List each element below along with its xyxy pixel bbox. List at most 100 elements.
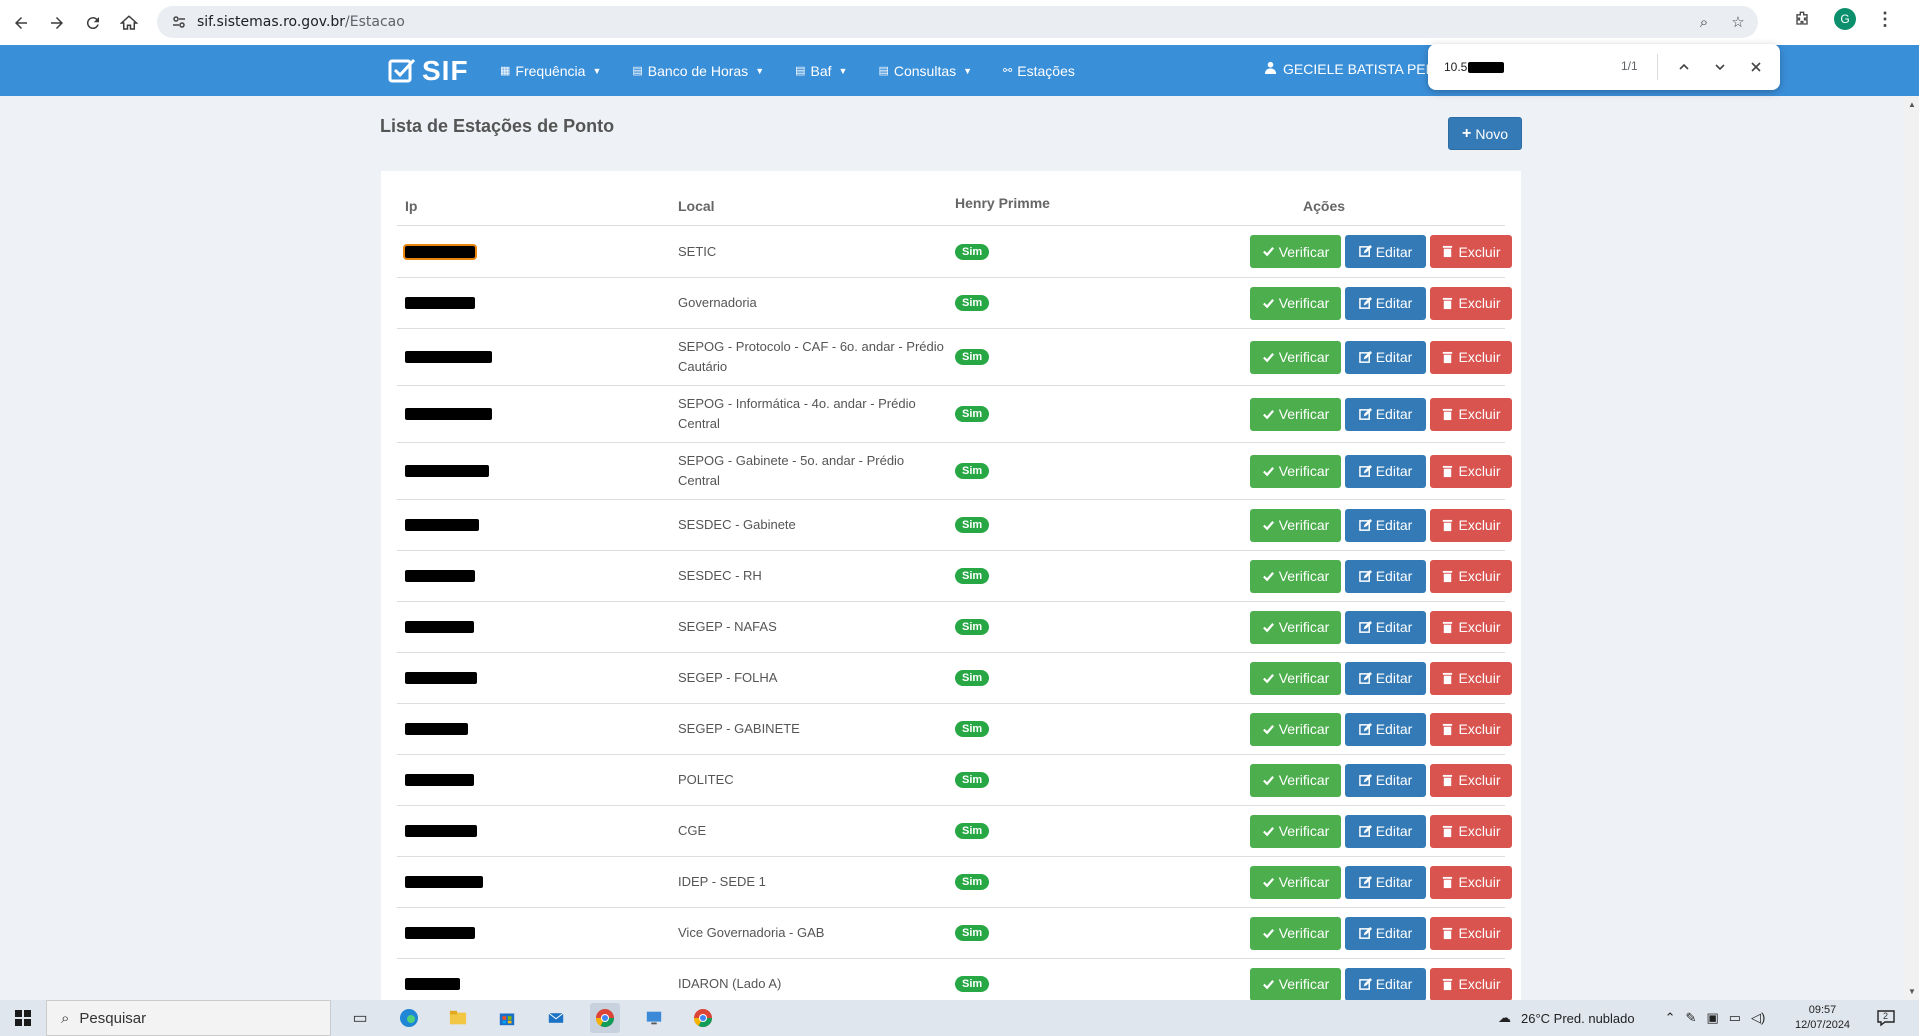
ip-cell bbox=[405, 908, 475, 958]
redacted-ip bbox=[405, 927, 475, 939]
verify-button[interactable]: Verificar bbox=[1250, 235, 1341, 268]
pen-icon[interactable]: ✎ bbox=[1686, 1010, 1697, 1026]
verify-button[interactable]: Verificar bbox=[1250, 559, 1341, 593]
display-icon[interactable]: ▭ bbox=[1729, 1010, 1741, 1026]
delete-button[interactable]: Excluir bbox=[1430, 454, 1512, 488]
edit-button[interactable]: Editar bbox=[1345, 661, 1426, 695]
home-icon[interactable] bbox=[114, 8, 144, 38]
delete-button[interactable]: Excluir bbox=[1430, 661, 1512, 695]
chrome-profile-icon[interactable] bbox=[688, 1003, 718, 1033]
store-icon[interactable] bbox=[492, 1003, 522, 1033]
verify-button[interactable]: Verificar bbox=[1250, 712, 1341, 746]
site-info-icon[interactable] bbox=[171, 14, 187, 30]
verify-button[interactable]: Verificar bbox=[1250, 763, 1341, 797]
redacted-ip bbox=[405, 621, 474, 633]
delete-button[interactable]: Excluir bbox=[1430, 559, 1512, 593]
profile-avatar[interactable]: G bbox=[1834, 8, 1856, 30]
page-search-icon[interactable]: ⌕ bbox=[1694, 12, 1714, 32]
delete-button[interactable]: Excluir bbox=[1430, 967, 1512, 1001]
back-icon[interactable] bbox=[6, 8, 36, 38]
delete-button[interactable]: Excluir bbox=[1430, 340, 1512, 374]
mail-icon[interactable] bbox=[541, 1003, 571, 1033]
verify-button[interactable]: Verificar bbox=[1250, 865, 1341, 899]
edit-button[interactable]: Editar bbox=[1345, 967, 1426, 1001]
caret-down-icon: ▼ bbox=[755, 65, 765, 76]
extensions-icon[interactable] bbox=[1790, 7, 1814, 31]
find-input[interactable]: 10.5 bbox=[1444, 60, 1554, 74]
delete-button[interactable]: Excluir bbox=[1430, 712, 1512, 746]
reload-icon[interactable] bbox=[78, 8, 108, 38]
scroll-down-icon[interactable]: ▼ bbox=[1908, 987, 1916, 996]
edit-button[interactable]: Editar bbox=[1345, 286, 1426, 320]
weather-text[interactable]: 26°C Pred. nublado bbox=[1521, 1011, 1635, 1026]
remote-desktop-icon[interactable] bbox=[639, 1003, 669, 1033]
trash-icon bbox=[1443, 825, 1453, 837]
bookmark-star-icon[interactable]: ☆ bbox=[1728, 12, 1748, 32]
forward-icon[interactable] bbox=[42, 8, 72, 38]
menu-banco-de-horas[interactable]: ▤ Banco de Horas ▼ bbox=[632, 63, 764, 79]
delete-button[interactable]: Excluir bbox=[1430, 286, 1512, 320]
delete-button[interactable]: Excluir bbox=[1430, 508, 1512, 542]
volume-icon[interactable]: ◁) bbox=[1751, 1010, 1765, 1026]
file-explorer-icon[interactable] bbox=[443, 1003, 473, 1033]
delete-button[interactable]: Excluir bbox=[1430, 763, 1512, 797]
brand-logo[interactable]: SIF bbox=[388, 55, 469, 87]
weather-icon[interactable]: ☁ bbox=[1498, 1010, 1511, 1026]
edge-icon[interactable] bbox=[394, 1003, 424, 1033]
windows-start-icon[interactable] bbox=[0, 1000, 46, 1036]
edit-button[interactable]: Editar bbox=[1345, 235, 1426, 268]
network-icon[interactable]: ▣ bbox=[1706, 1010, 1718, 1026]
verify-button[interactable]: Verificar bbox=[1250, 610, 1341, 644]
local-text: SEGEP - FOLHA bbox=[678, 670, 778, 685]
find-next-icon[interactable] bbox=[1709, 56, 1731, 78]
edit-button[interactable]: Editar bbox=[1345, 340, 1426, 374]
edit-button[interactable]: Editar bbox=[1345, 916, 1426, 950]
menu-frequencia[interactable]: ▦ Frequência ▼ bbox=[500, 63, 601, 79]
edit-button[interactable]: Editar bbox=[1345, 814, 1426, 848]
edit-button[interactable]: Editar bbox=[1345, 508, 1426, 542]
delete-button[interactable]: Excluir bbox=[1430, 397, 1512, 431]
find-previous-icon[interactable] bbox=[1673, 56, 1695, 78]
menu-estacoes[interactable]: ⚯ Estações bbox=[1003, 63, 1075, 79]
edit-button[interactable]: Editar bbox=[1345, 610, 1426, 644]
verify-button[interactable]: Verificar bbox=[1250, 967, 1341, 1001]
address-bar[interactable]: sif.sistemas.ro.gov.br/Estacao ⌕ ☆ bbox=[157, 6, 1758, 38]
new-button[interactable]: + Novo bbox=[1448, 117, 1522, 150]
verify-button[interactable]: Verificar bbox=[1250, 814, 1341, 848]
verify-button[interactable]: Verificar bbox=[1250, 916, 1341, 950]
verify-button[interactable]: Verificar bbox=[1250, 286, 1341, 320]
chrome-icon[interactable] bbox=[590, 1003, 620, 1033]
edit-button[interactable]: Editar bbox=[1345, 712, 1426, 746]
delete-button[interactable]: Excluir bbox=[1430, 814, 1512, 848]
edit-button[interactable]: Editar bbox=[1345, 397, 1426, 431]
edit-button[interactable]: Editar bbox=[1345, 865, 1426, 899]
delete-button[interactable]: Excluir bbox=[1430, 610, 1512, 644]
verify-button[interactable]: Verificar bbox=[1250, 454, 1341, 488]
edit-button[interactable]: Editar bbox=[1345, 763, 1426, 797]
find-close-icon[interactable] bbox=[1745, 56, 1767, 78]
user-menu[interactable]: GECIELE BATISTA PEREI bbox=[1264, 61, 1449, 77]
verify-button[interactable]: Verificar bbox=[1250, 661, 1341, 695]
edit-button[interactable]: Editar bbox=[1345, 454, 1426, 488]
chevron-up-icon[interactable]: ⌃ bbox=[1665, 1010, 1676, 1026]
system-clock[interactable]: 09:57 12/07/2024 bbox=[1795, 1003, 1850, 1033]
delete-button[interactable]: Excluir bbox=[1430, 865, 1512, 899]
delete-button[interactable]: Excluir bbox=[1430, 916, 1512, 950]
page-scrollbar[interactable]: ▲ ▼ bbox=[1904, 96, 1919, 1000]
verify-button[interactable]: Verificar bbox=[1250, 508, 1341, 542]
verify-button[interactable]: Verificar bbox=[1250, 397, 1341, 431]
task-view-icon[interactable]: ▭ bbox=[345, 1003, 375, 1033]
verify-button[interactable]: Verificar bbox=[1250, 340, 1341, 374]
local-cell: SEGEP - GABINETE bbox=[678, 704, 948, 754]
delete-button[interactable]: Excluir bbox=[1430, 235, 1512, 268]
menu-kebab-icon[interactable]: ⋮ bbox=[1876, 9, 1894, 30]
menu-consultas[interactable]: ▤ Consultas ▼ bbox=[878, 63, 972, 79]
edit-button[interactable]: Editar bbox=[1345, 559, 1426, 593]
edit-label: Editar bbox=[1375, 670, 1413, 686]
find-separator bbox=[1657, 54, 1658, 80]
notifications-icon[interactable]: 2 bbox=[1876, 1008, 1896, 1033]
taskbar-search[interactable]: ⌕ Pesquisar bbox=[46, 1000, 331, 1036]
redacted-ip bbox=[405, 825, 477, 837]
menu-baf[interactable]: ▤ Baf ▼ bbox=[795, 63, 847, 79]
scroll-up-icon[interactable]: ▲ bbox=[1908, 100, 1916, 109]
